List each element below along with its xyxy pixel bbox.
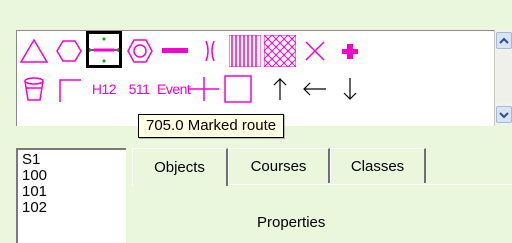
text-511[interactable]: 511 [122, 71, 156, 106]
chevron-down-icon [499, 111, 509, 118]
arrow-down-icon[interactable] [333, 71, 367, 106]
circle-symbol-icon[interactable] [52, 33, 86, 68]
list-item[interactable]: 101 [22, 184, 122, 200]
text-event[interactable]: Event [157, 71, 191, 106]
square-symbol-icon[interactable] [221, 71, 255, 106]
symbol-palette: H12 511 Event [16, 30, 496, 126]
symbol-editor: H12 511 Event S1 100 101 102 Objects Cou… [0, 0, 512, 243]
list-item[interactable]: 102 [22, 200, 122, 216]
list-item[interactable]: S1 [22, 152, 122, 168]
tab-objects-label: Objects [154, 159, 205, 176]
triangle-symbol-icon[interactable] [17, 33, 51, 68]
list-item[interactable]: 100 [22, 168, 122, 184]
water-cup-symbol-icon[interactable] [17, 71, 51, 106]
tab-courses-label: Courses [250, 157, 307, 175]
tab-courses[interactable]: Courses [228, 148, 330, 183]
symbol-tooltip: 705.0 Marked route [138, 114, 285, 138]
scroll-up-button[interactable] [496, 32, 512, 49]
text-h12[interactable]: H12 [87, 71, 121, 106]
properties-label: Properties [257, 214, 326, 231]
palette-scrollbar[interactable] [494, 30, 512, 126]
plus-line-symbol-icon[interactable] [187, 71, 221, 106]
tab-panel: Objects Courses Classes Properties [132, 148, 512, 243]
tab-body: Properties [132, 184, 512, 243]
tab-classes[interactable]: Classes [330, 148, 426, 183]
tab-classes-label: Classes [350, 157, 405, 175]
text-511-label: 511 [128, 80, 150, 97]
narrow-passage-symbol-icon[interactable] [193, 33, 227, 68]
marked-route-symbol-icon[interactable] [86, 31, 122, 68]
first-aid-cross-icon[interactable] [333, 33, 367, 68]
corner-line-symbol-icon[interactable] [52, 71, 86, 106]
tooltip-text: 705.0 Marked route [146, 117, 277, 134]
text-event-label: Event [157, 80, 191, 97]
scroll-down-button[interactable] [496, 106, 512, 123]
x-cross-symbol-icon[interactable] [298, 33, 332, 68]
chevron-up-icon [499, 37, 509, 44]
arrow-up-icon[interactable] [263, 71, 297, 106]
tab-objects[interactable]: Objects [132, 148, 228, 186]
scroll-track[interactable] [496, 52, 512, 102]
arrow-left-icon[interactable] [298, 71, 332, 106]
thick-line-symbol-icon[interactable] [158, 33, 192, 68]
double-circle-symbol-icon[interactable] [123, 33, 157, 68]
vertical-hatch-area-icon[interactable] [228, 33, 262, 68]
cross-hatch-area-icon[interactable] [263, 33, 297, 68]
item-listbox[interactable]: S1 100 101 102 [16, 148, 126, 243]
text-h12-label: H12 [91, 80, 117, 97]
